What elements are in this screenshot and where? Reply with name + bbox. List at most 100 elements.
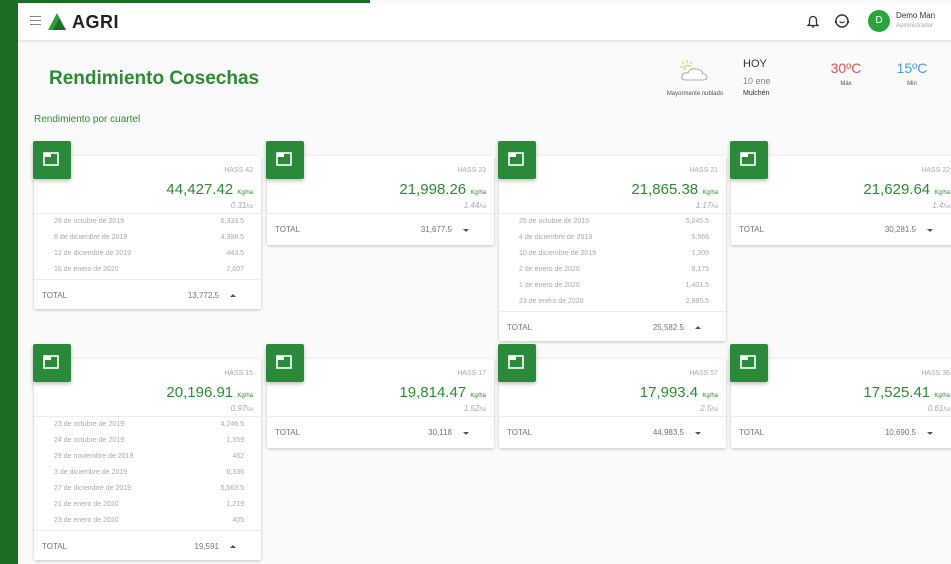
avatar[interactable]: D	[868, 10, 890, 32]
yield-card: HASS 23 21,998.26 Kg/ha 1.44ha TOTAL 31,…	[266, 141, 494, 245]
row-value: 5,563.5	[220, 485, 244, 492]
card-total-row[interactable]: TOTAL 19,591	[34, 530, 261, 562]
card-total-row[interactable]: TOTAL 13,772.5	[34, 279, 261, 311]
card-yield: 21,998.26 Kg/ha	[399, 181, 486, 198]
card-area: 0.97ha	[231, 404, 253, 413]
card-yield: 17,993.4 Kg/ha	[640, 384, 718, 401]
row-value: 1,219	[226, 501, 244, 508]
total-label: TOTAL	[739, 428, 765, 437]
sidebar	[0, 0, 18, 564]
card-total-row[interactable]: TOTAL 25,582.5	[499, 311, 726, 343]
row-date: 16 de enero de 2020	[54, 266, 119, 273]
row-date: 29 de noviembre de 2019	[54, 453, 134, 460]
expand-arrow-icon[interactable]	[463, 432, 469, 435]
total-value: 13,772.5	[187, 291, 219, 300]
list-item: 1 de enero de 2020 1,401.5	[499, 278, 726, 294]
card-name: HASS 22	[921, 167, 950, 174]
card-icon	[730, 141, 768, 179]
list-item: 10 de diciembre de 2019 1,309	[499, 246, 726, 262]
list-item: 21 de enero de 2020 1,219	[34, 497, 261, 513]
card-yield-value: 21,998.26	[399, 181, 467, 198]
row-value: 6,333.5	[220, 218, 244, 225]
card-area-value: 0.61	[927, 404, 944, 413]
card-yield: 19,814.47 Kg/ha	[399, 384, 486, 401]
card-yield: 17,525.41 Kg/ha	[863, 384, 950, 401]
card-total-row[interactable]: TOTAL 44,983.5	[499, 416, 726, 448]
collapse-arrow-icon[interactable]	[230, 545, 236, 548]
card-yield-value: 17,993.4	[639, 384, 699, 401]
yield-card: HASS 57 17,993.4 Kg/ha 2.5ha TOTAL 44,98…	[498, 344, 726, 448]
card-area: 1.52ha	[464, 404, 486, 413]
page-title: Rendimiento Cosechas	[49, 68, 260, 89]
row-date: 25 de octubre de 2019	[519, 218, 590, 225]
app-logo-text: AGRI	[72, 12, 119, 32]
card-area-value: 1.44	[463, 201, 480, 210]
cloudy-icon	[680, 60, 708, 81]
card-yield-value: 20,196.91	[166, 384, 234, 401]
weather-description: Mayormente nublado	[666, 91, 724, 97]
expand-arrow-icon[interactable]	[927, 432, 933, 435]
card-name: HASS 36	[921, 370, 950, 377]
yield-card: HASS 36 17,525.41 Kg/ha 0.61ha TOTAL 10,…	[730, 344, 951, 448]
card-total-row[interactable]: TOTAL 10,690.5	[731, 416, 951, 448]
card-total-row[interactable]: TOTAL 30,118	[267, 416, 494, 448]
list-item: 16 de enero de 2020 2,607	[34, 262, 261, 278]
list-item: 3 de diciembre de 2019 6,336	[34, 465, 261, 481]
top-bar: AGRI D Demo Man Administrador	[18, 3, 951, 41]
card-yield-value: 17,525.41	[863, 384, 931, 401]
list-item: 27 de diciembre de 2019 5,563.5	[34, 481, 261, 497]
yield-card: HASS 17 19,814.47 Kg/ha 1.52ha TOTAL 30,…	[266, 344, 494, 448]
area-unit: ha	[479, 407, 486, 413]
card-area-value: 2.5	[700, 404, 712, 413]
menu-icon[interactable]	[30, 16, 41, 25]
row-value: 2,607	[226, 266, 244, 273]
yield-unit: Kg/ha	[237, 190, 253, 196]
expand-arrow-icon[interactable]	[927, 229, 933, 232]
support-icon[interactable]	[834, 13, 850, 29]
row-value: 443.5	[226, 250, 244, 257]
card-name: HASS 23	[457, 167, 486, 174]
expand-arrow-icon[interactable]	[695, 432, 701, 435]
card-total-row[interactable]: TOTAL 31,677.5	[267, 213, 494, 245]
yield-unit: Kg/ha	[702, 393, 718, 399]
yield-unit: Kg/ha	[934, 190, 950, 196]
collapse-arrow-icon[interactable]	[695, 326, 701, 329]
card-total-row[interactable]: TOTAL 30,281.5	[731, 213, 951, 245]
card-yield: 44,427.42 Kg/ha	[166, 181, 253, 198]
card-area: 2.5ha	[700, 404, 718, 413]
row-value: 6,336	[226, 469, 244, 476]
window-icon	[276, 355, 292, 369]
section-title: Rendimiento por cuartel	[34, 114, 141, 125]
card-name: HASS 17	[457, 370, 486, 377]
min-temperature-label: Min	[907, 81, 917, 87]
bell-icon[interactable]	[806, 15, 820, 29]
card-yield: 21,865.38 Kg/ha	[631, 181, 718, 198]
card-area-value: 1.17	[695, 201, 712, 210]
total-label: TOTAL	[507, 428, 533, 437]
total-label: TOTAL	[42, 542, 68, 551]
card-area: 1.4ha	[932, 201, 950, 210]
max-temperature-label: Máx	[840, 81, 852, 87]
row-value: 1,309	[691, 250, 709, 257]
card-rows: 23 de octubre de 2019 4,246.5 24 de octub…	[34, 416, 261, 529]
total-value: 30,118	[428, 428, 452, 437]
card-area-value: 1.4	[932, 201, 944, 210]
card-yield-value: 21,629.64	[863, 181, 931, 198]
expand-arrow-icon[interactable]	[463, 229, 469, 232]
row-date: 6 de diciembre de 2019	[54, 234, 128, 241]
yield-card: HASS 21 21,865.38 Kg/ha 1.17ha 25 de oct…	[498, 141, 726, 343]
row-date: 1 de enero de 2020	[519, 282, 580, 289]
collapse-arrow-icon[interactable]	[230, 294, 236, 297]
logo-icon	[48, 13, 66, 30]
row-date: 4 de diciembre de 2019	[519, 234, 593, 241]
row-value: 405	[232, 517, 244, 524]
total-value: 10,690.5	[884, 428, 916, 437]
row-value: 462	[232, 453, 244, 460]
card-icon	[33, 344, 71, 382]
list-item: 29 de noviembre de 2019 462	[34, 449, 261, 465]
card-area-value: 0.97	[230, 404, 247, 413]
row-value: 4,246.5	[220, 421, 244, 428]
weather-date: 10 ene	[743, 76, 771, 86]
card-icon	[266, 141, 304, 179]
yield-card: HASS 42 44,427.42 Kg/ha 0.31ha 28 de oct…	[33, 141, 261, 311]
